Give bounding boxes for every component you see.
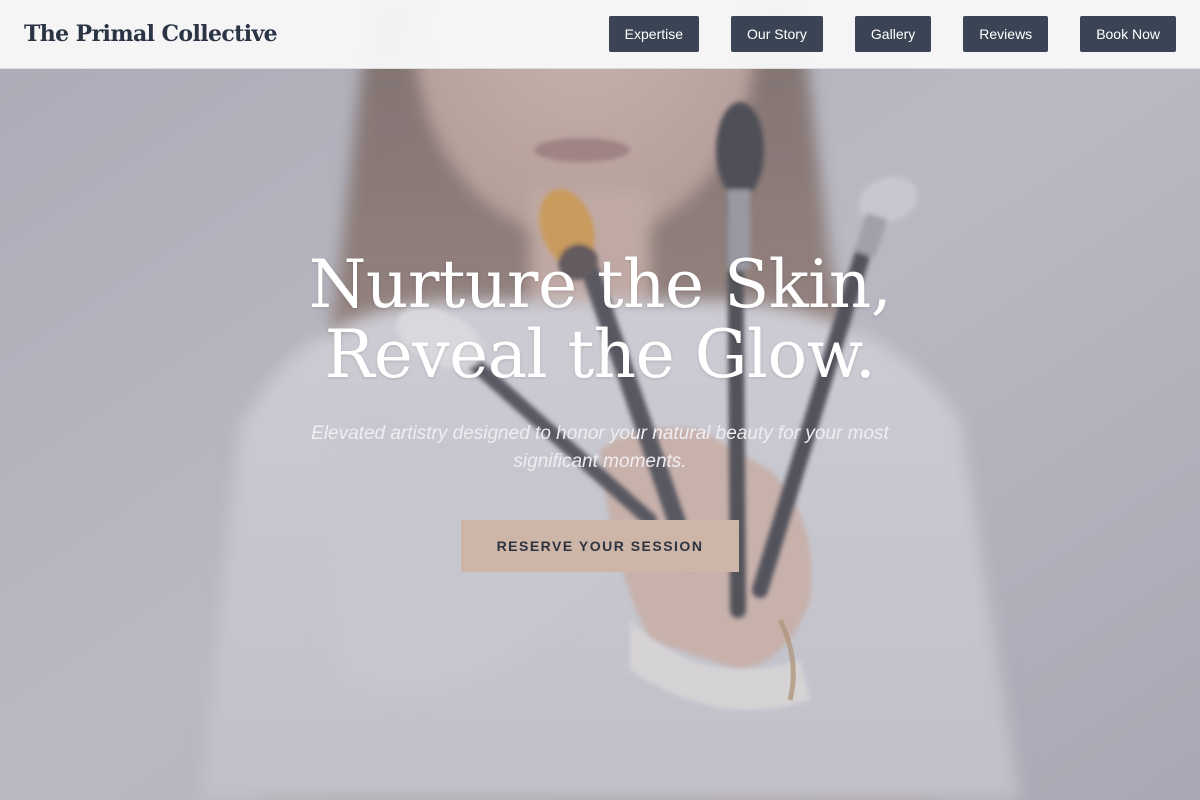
hero-subtext: Elevated artistry designed to honor your… (311, 423, 889, 472)
hero-headline-line-2: Reveal the Glow. (324, 316, 876, 393)
nav-book-now-button[interactable]: Book Now (1080, 16, 1176, 52)
hero-headline-line-1: Nurture the Skin, (308, 246, 892, 323)
site-header: The Primal Collective Expertise Our Stor… (0, 0, 1200, 69)
brand-logo[interactable]: The Primal Collective (24, 21, 278, 47)
hero-headline: Nurture the Skin, Reveal the Glow. (0, 250, 1200, 390)
nav-gallery-button[interactable]: Gallery (854, 16, 932, 52)
reserve-session-button[interactable]: RESERVE YOUR SESSION (461, 520, 739, 572)
nav-expertise-button[interactable]: Expertise (608, 16, 700, 52)
nav-our-story-button[interactable]: Our Story (731, 16, 823, 52)
nav-reviews-button[interactable]: Reviews (963, 16, 1049, 52)
hero-content: Nurture the Skin, Reveal the Glow. Eleva… (0, 250, 1200, 572)
main-nav: Expertise Our Story Gallery Reviews Book… (608, 16, 1176, 52)
